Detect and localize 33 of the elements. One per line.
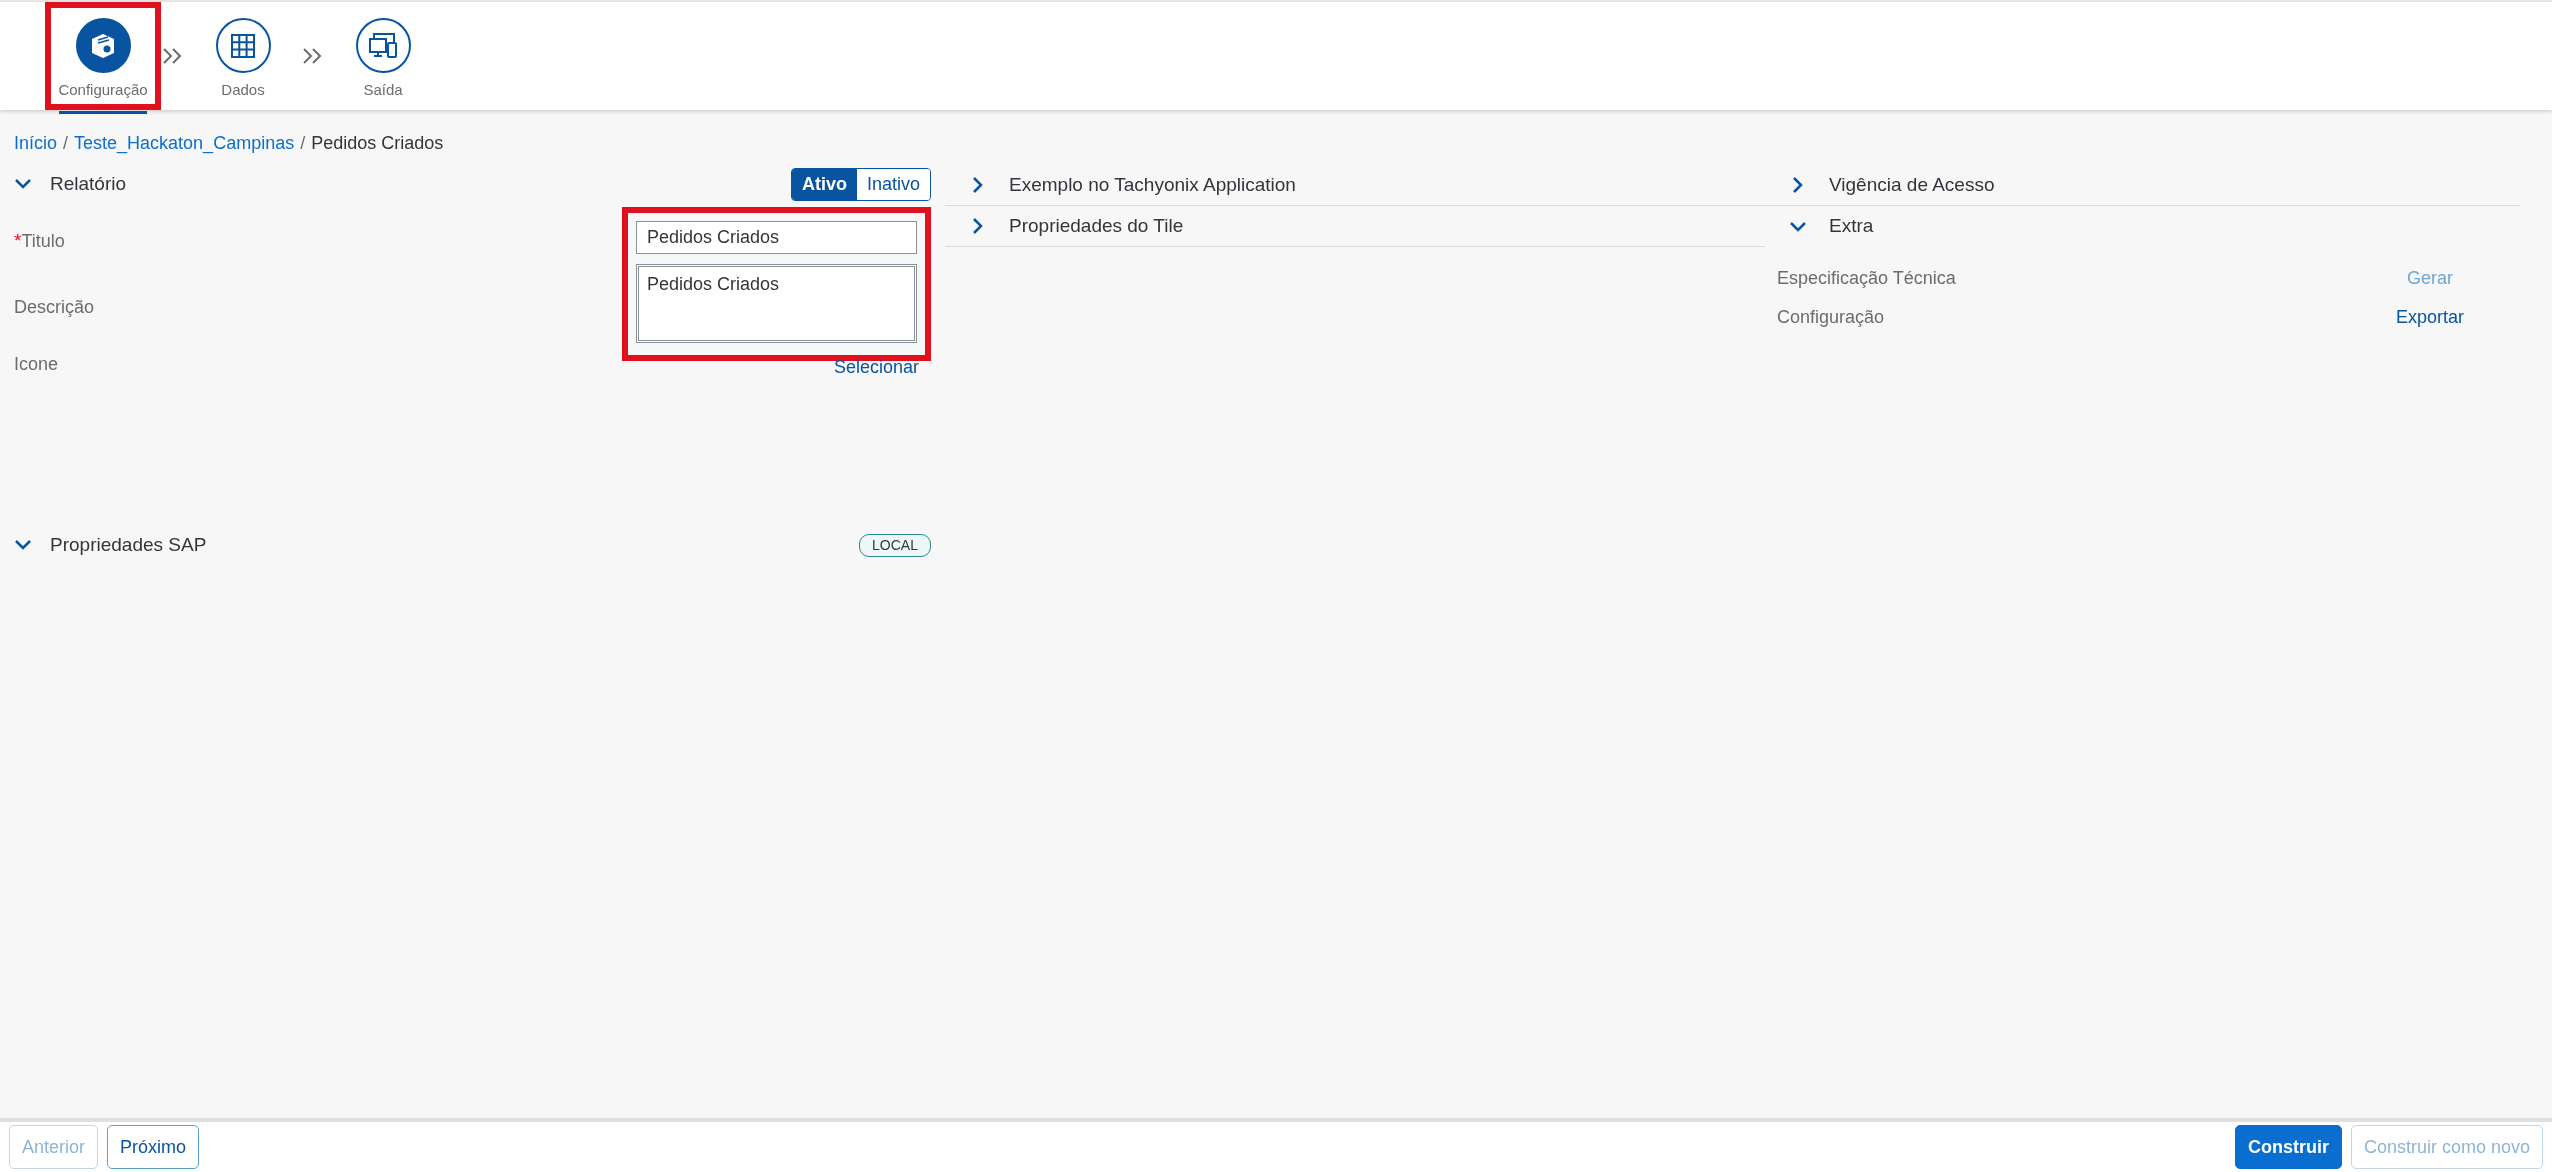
section-title: Propriedades SAP (50, 532, 207, 557)
required-mark: * (14, 229, 22, 253)
breadcrumb-separator: / (63, 132, 69, 155)
primary-button[interactable]: Construir (2234, 1125, 2342, 1169)
wizard-step[interactable]: Saída (325, 2, 441, 110)
accordion-header[interactable]: Vigência de Acesso (1765, 165, 2520, 206)
double-chevron-icon (302, 47, 324, 65)
cube-icon (89, 31, 117, 60)
textarea-field[interactable]: Pedidos Criados (636, 264, 917, 343)
accordion-header[interactable]: Propriedades do Tile (945, 206, 1765, 247)
item-label: Configuração (1777, 306, 1885, 329)
devices-icon (368, 31, 398, 60)
breadcrumb-link[interactable]: Início (14, 130, 58, 156)
field-label: Descrição (14, 295, 96, 319)
section-title: Relatório (50, 171, 127, 196)
action-link[interactable]: Exportar (2340, 303, 2520, 332)
select-link[interactable]: Selecionar (827, 353, 931, 382)
breadcrumb-current: Pedidos Criados (311, 132, 444, 155)
field-label: Icone (14, 352, 60, 376)
field-label: Titulo (21, 230, 65, 253)
item-label: Especificação Técnica (1777, 267, 1956, 290)
breadcrumb-separator: / (300, 132, 306, 155)
double-chevron-icon (162, 47, 184, 65)
accordion-header[interactable]: Extra (1765, 206, 2520, 247)
accordion-header[interactable]: Exemplo no Tachyonix Application (945, 165, 1765, 206)
text-input[interactable]: Pedidos Criados (636, 221, 917, 254)
secondary-button[interactable]: Próximo (107, 1125, 200, 1169)
breadcrumb-link[interactable]: Teste_Hackaton_Campinas (74, 130, 295, 156)
toggle-option[interactable]: Inativo (856, 168, 930, 200)
toggle-option[interactable]: Ativo (791, 168, 857, 200)
status-tag: LOCAL (859, 533, 931, 557)
grid-icon (229, 31, 257, 60)
wizard-step[interactable]: Dados (185, 2, 301, 110)
